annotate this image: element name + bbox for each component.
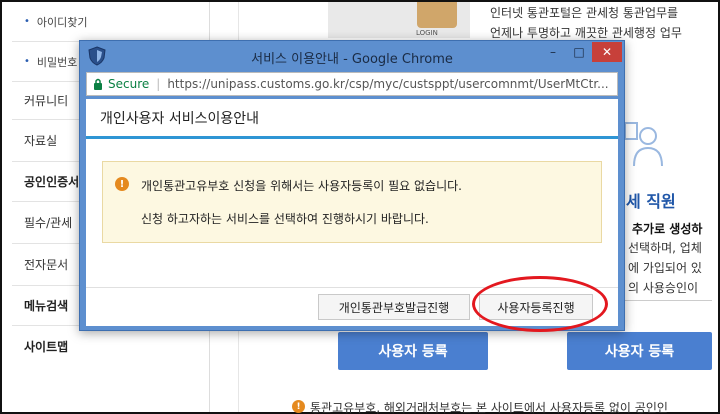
url-text: https://unipass.customs.go.kr/csp/myc/cu… (167, 77, 609, 91)
maximize-icon[interactable]: □ (566, 42, 592, 62)
address-bar[interactable]: Secure | https://unipass.customs.go.kr/c… (86, 72, 618, 96)
staff-section-title: 세 직원 (626, 192, 676, 211)
bottom-notice-text: 통관고유부호, 해외거래처부호는 본 사이트에서 사용자등록 없이 공인인 (310, 401, 668, 414)
window-titlebar[interactable]: 서비스 이용안내 - Google Chrome – □ ✕ (80, 41, 624, 71)
issue-customs-code-button[interactable]: 개인통관부호발급진행 (318, 294, 470, 320)
notice-box: ! 개인통관고유부호 신청을 위해서는 사용자등록이 필요 없습니다. 신청 하… (102, 161, 602, 243)
highlight-annotation (472, 276, 608, 332)
notice-message-line1: 개인통관고유부호 신청을 위해서는 사용자등록이 필요 없습니다. (141, 179, 462, 193)
staff-text-line4: 의 사용승인이 (628, 281, 699, 295)
lock-icon (94, 78, 102, 90)
warning-icon: ! (115, 177, 129, 191)
minimize-icon[interactable]: – (540, 42, 566, 62)
intro-text-line2: 언제나 투명하고 깨끗한 관세행정 업무 (490, 26, 682, 40)
staff-text-line2: 선택하며, 업체 (628, 241, 702, 255)
staff-text-line3: 에 가입되어 있 (628, 261, 702, 275)
address-separator: | (156, 77, 161, 91)
page-title: 개인사용자 서비스이용안내 (86, 99, 618, 139)
person-icon (624, 122, 663, 167)
login-image-label: LOGIN (416, 29, 438, 37)
intro-text-line1: 인터넷 통관포털은 관세청 통관업무를 (490, 6, 679, 20)
notice-icon: ! (292, 400, 305, 413)
user-register-button-right[interactable]: 사용자 등록 (567, 332, 712, 370)
padlock-image (417, 2, 457, 28)
notice-message-line2: 신청 하고자하는 서비스를 선택하여 진행하시기 바랍니다. (141, 212, 429, 226)
sidebar-item-sitemap[interactable]: 사이트맵 (12, 326, 210, 366)
staff-text-line1: 추가로 생성하 (632, 222, 703, 236)
user-register-button-left[interactable]: 사용자 등록 (338, 332, 488, 370)
secure-label: Secure (108, 77, 150, 91)
sidebar-item-find-id[interactable]: 아이디찾기 (12, 2, 210, 42)
close-icon[interactable]: ✕ (592, 42, 622, 62)
